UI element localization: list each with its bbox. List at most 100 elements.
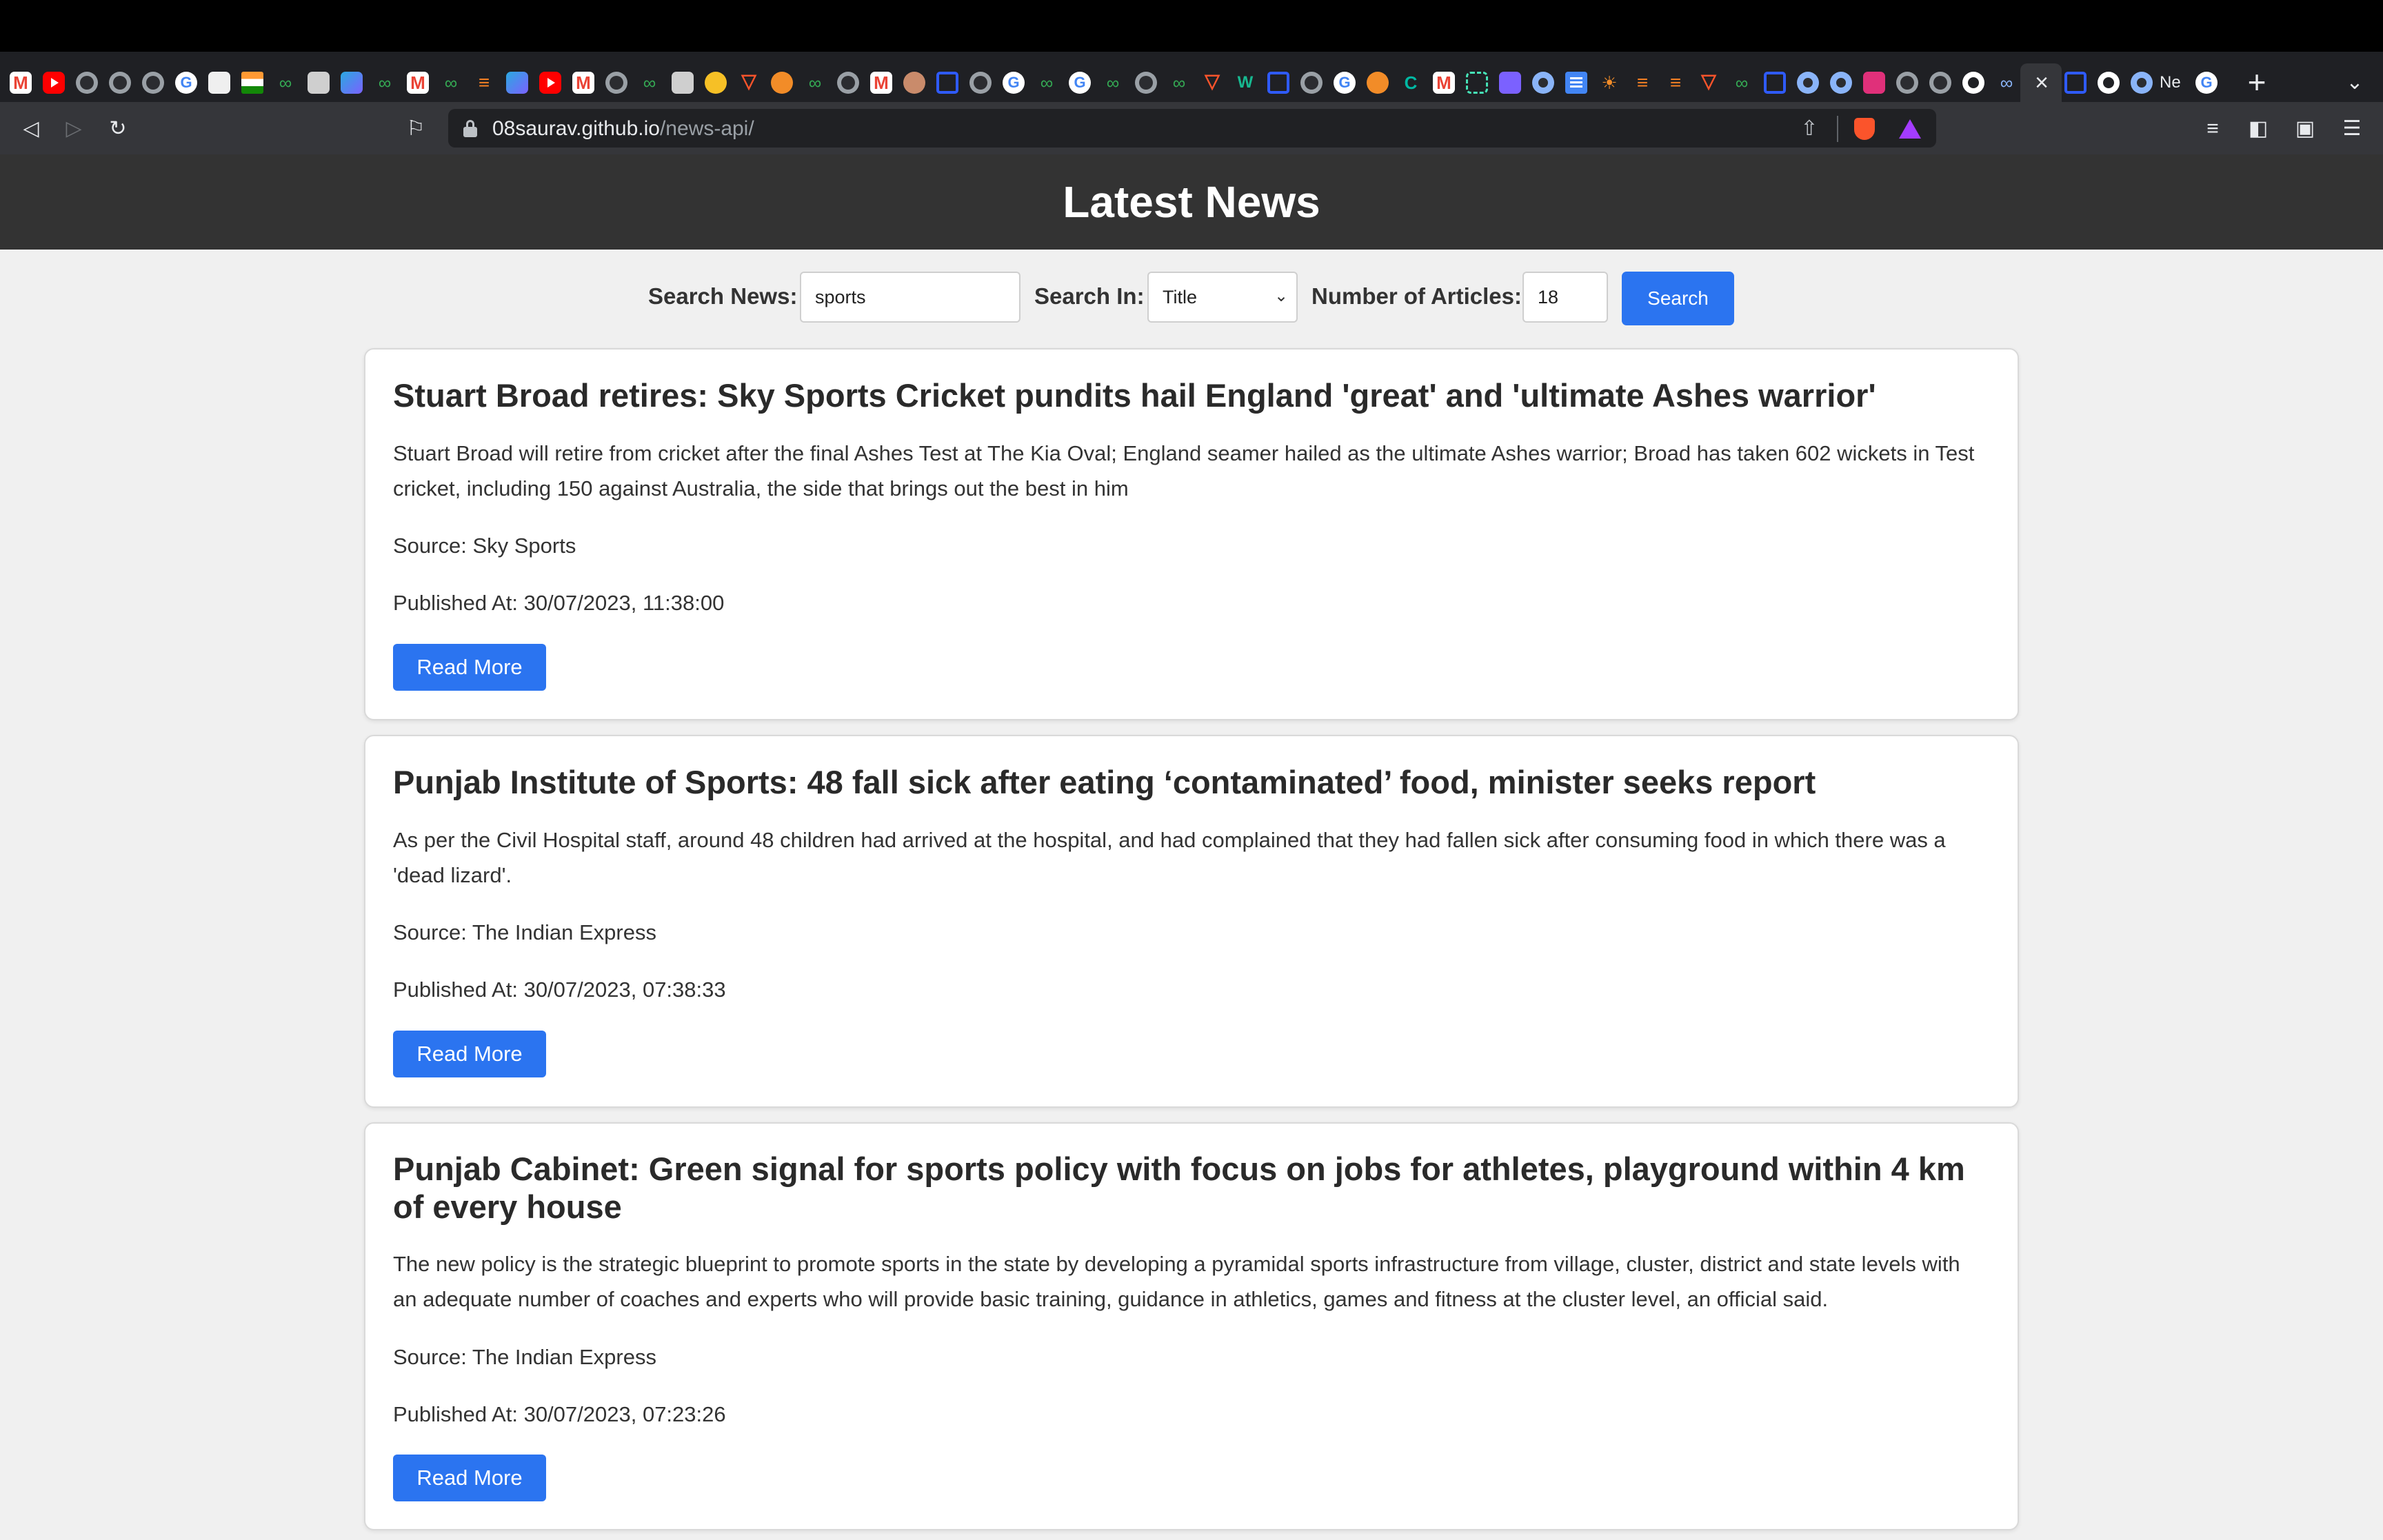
new-tab-button[interactable]: +	[2240, 65, 2274, 99]
infinity-icon[interactable]	[1731, 72, 1753, 94]
globe-icon[interactable]	[1135, 72, 1157, 94]
brave-icon[interactable]	[1201, 72, 1223, 94]
google-icon[interactable]	[2195, 72, 2218, 94]
wallet-icon[interactable]: ▣	[2288, 112, 2322, 146]
bluesq-icon[interactable]	[2064, 72, 2087, 94]
article-published: Published At: 30/07/2023, 07:38:33	[393, 977, 726, 1002]
globe-icon[interactable]	[1896, 72, 1918, 94]
globe-icon[interactable]	[605, 72, 627, 94]
brave-icon[interactable]	[1698, 72, 1720, 94]
leetcode-icon[interactable]	[1400, 72, 1422, 94]
docs-icon[interactable]	[1565, 72, 1587, 94]
infinity-icon[interactable]	[374, 72, 396, 94]
google-icon[interactable]	[1069, 72, 1091, 94]
article-description: Stuart Broad will retire from cricket af…	[393, 441, 1975, 500]
read-more-button[interactable]: Read More	[393, 644, 546, 691]
forward-icon[interactable]: ▷	[57, 112, 91, 146]
google-icon[interactable]	[175, 72, 197, 94]
gmail-icon[interactable]	[10, 72, 32, 94]
share-icon[interactable]: ⇧	[1794, 113, 1824, 145]
gmail-icon[interactable]	[870, 72, 892, 94]
bot-icon[interactable]	[672, 72, 694, 94]
infinity-icon[interactable]	[639, 72, 661, 94]
tab-title-partial[interactable]: Ne	[2160, 69, 2187, 97]
globe-icon[interactable]	[969, 72, 992, 94]
bluesq-icon[interactable]	[936, 72, 958, 94]
ring-icon[interactable]	[2131, 72, 2153, 94]
sun-icon[interactable]	[1598, 72, 1620, 94]
url-path: /news-api/	[659, 117, 754, 140]
read-more-button[interactable]: Read More	[393, 1031, 546, 1077]
globe-icon[interactable]	[76, 72, 98, 94]
search-news-input[interactable]: sports	[800, 272, 1020, 323]
link-icon[interactable]	[1995, 72, 2018, 94]
globe-icon[interactable]	[1300, 72, 1323, 94]
globe-icon[interactable]	[837, 72, 859, 94]
avatar-icon[interactable]	[903, 72, 925, 94]
infinity-icon[interactable]	[1036, 72, 1058, 94]
read-more-button[interactable]: Read More	[393, 1455, 546, 1501]
brave-icon[interactable]	[738, 72, 760, 94]
close-tab-icon[interactable]: ×	[2031, 69, 2053, 97]
gmail-icon[interactable]	[572, 72, 594, 94]
article-source: Source: The Indian Express	[393, 1345, 656, 1369]
article-source: Source: The Indian Express	[393, 920, 656, 944]
ring-icon[interactable]	[1532, 72, 1554, 94]
infinity-icon[interactable]	[274, 72, 296, 94]
bookmark-icon[interactable]: ⚐	[399, 112, 433, 146]
dashed-icon[interactable]	[1466, 72, 1488, 94]
purple-icon[interactable]	[1499, 72, 1521, 94]
pencil-icon[interactable]	[771, 72, 793, 94]
google-icon[interactable]	[1334, 72, 1356, 94]
playlist-icon[interactable]: ≡	[2195, 112, 2230, 146]
url-domain: 08saurav.github.io	[492, 117, 660, 140]
search-button[interactable]: Search	[1622, 272, 1734, 325]
brave-shield-icon[interactable]	[1851, 113, 1878, 145]
bluesq-icon[interactable]	[1267, 72, 1289, 94]
reload-icon[interactable]: ↻	[101, 112, 135, 146]
search-news-label: Search News:	[648, 283, 798, 309]
github-icon[interactable]	[2098, 72, 2120, 94]
youtube-icon[interactable]	[539, 72, 561, 94]
w-icon[interactable]	[1234, 72, 1256, 94]
stackoverflow-icon[interactable]	[1631, 72, 1653, 94]
article-published: Published At: 30/07/2023, 07:23:26	[393, 1402, 726, 1426]
tab-search-chevron-icon[interactable]: ⌄	[2337, 68, 2372, 98]
gmail-icon[interactable]	[1433, 72, 1455, 94]
sidebar-icon[interactable]: ◧	[2241, 112, 2275, 146]
stackoverflow-icon[interactable]	[1665, 72, 1687, 94]
yellow-icon[interactable]	[705, 72, 727, 94]
pink-icon[interactable]	[1863, 72, 1885, 94]
india-flag-icon[interactable]	[241, 72, 263, 94]
youtube-icon[interactable]	[43, 72, 65, 94]
brave-rewards-icon[interactable]	[1895, 113, 1925, 145]
globe-icon[interactable]	[109, 72, 131, 94]
orange-icon[interactable]	[1367, 72, 1389, 94]
article-count-label: Number of Articles:	[1311, 283, 1522, 309]
google-icon[interactable]	[1003, 72, 1025, 94]
note-icon[interactable]	[208, 72, 230, 94]
github-icon[interactable]	[1962, 72, 1984, 94]
bluesq-icon[interactable]	[1764, 72, 1786, 94]
infinity-icon[interactable]	[1102, 72, 1124, 94]
globe-icon[interactable]	[142, 72, 164, 94]
globe-icon[interactable]	[1929, 72, 1951, 94]
bluegrad-icon[interactable]	[341, 72, 363, 94]
lock-icon[interactable]	[463, 120, 477, 138]
article-source: Source: Sky Sports	[393, 534, 576, 558]
bluegrad-icon[interactable]	[506, 72, 528, 94]
infinity-icon[interactable]	[440, 72, 462, 94]
ring-icon[interactable]	[1797, 72, 1819, 94]
infinity-icon[interactable]	[804, 72, 826, 94]
bot-icon[interactable]	[308, 72, 330, 94]
article-count-input[interactable]: 18	[1522, 272, 1608, 323]
divider	[1837, 116, 1838, 142]
infinity-icon[interactable]	[1168, 72, 1190, 94]
url-text[interactable]: 08saurav.github.io/news-api/	[492, 112, 754, 146]
stackoverflow-icon[interactable]	[473, 72, 495, 94]
gmail-icon[interactable]	[407, 72, 429, 94]
menu-icon[interactable]: ☰	[2335, 112, 2369, 146]
back-icon[interactable]: ◁	[14, 112, 48, 146]
ring-icon[interactable]	[1830, 72, 1852, 94]
chevron-down-icon: ⌄	[1274, 287, 1289, 305]
